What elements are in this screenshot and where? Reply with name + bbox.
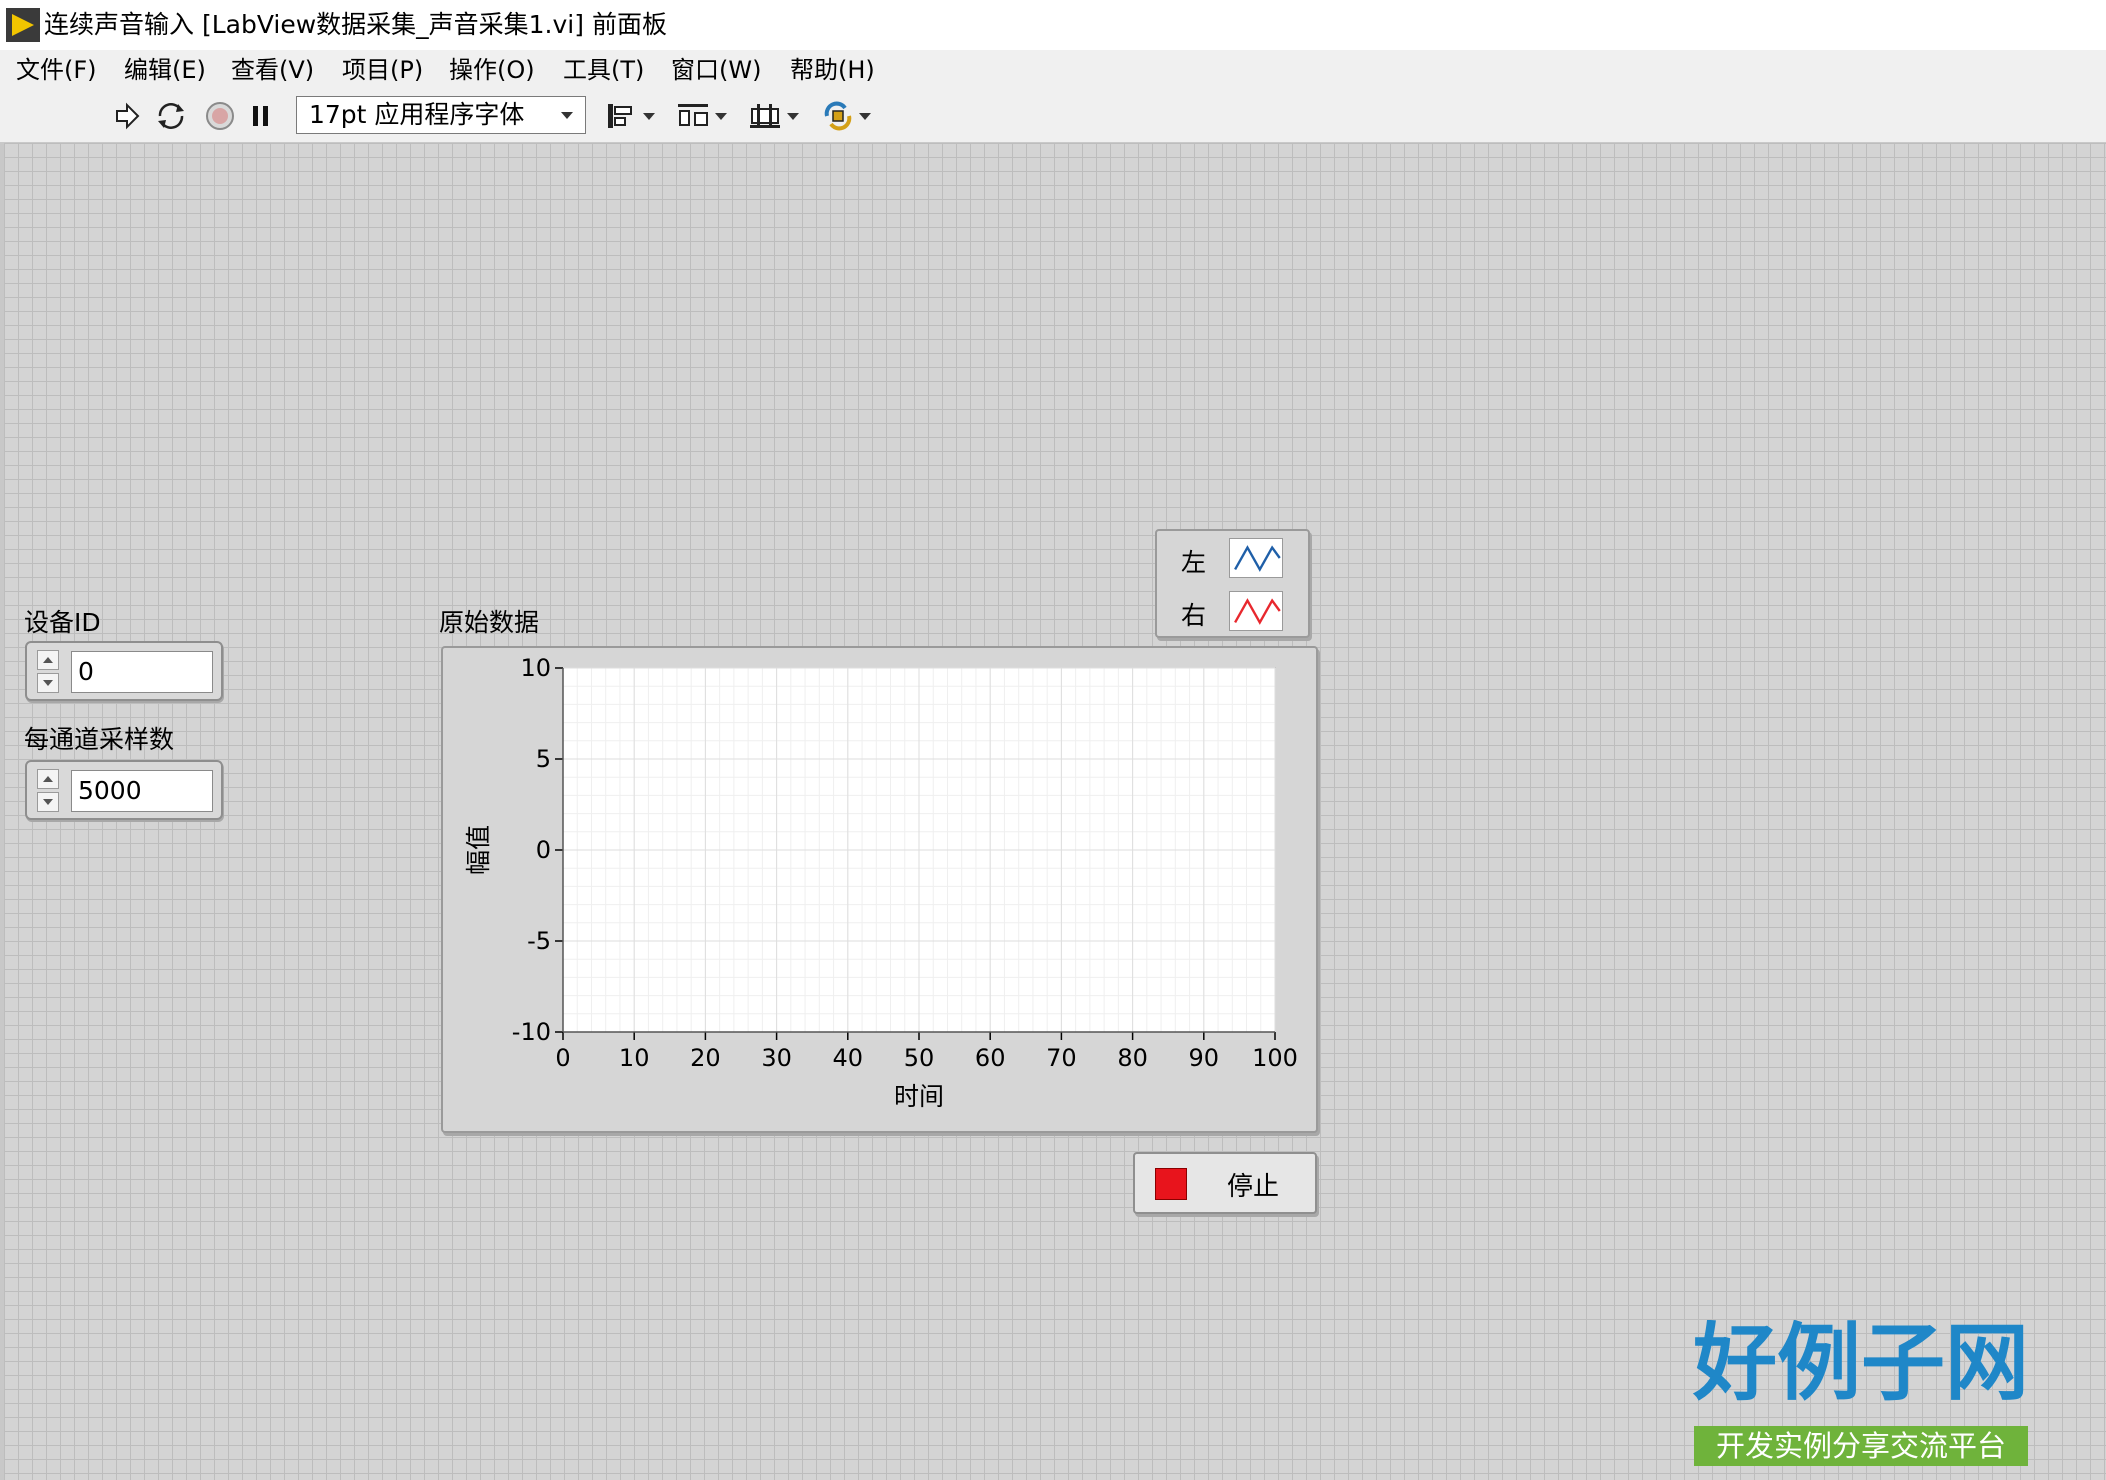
samples-per-channel-input[interactable]: 5000	[71, 770, 213, 812]
abort-icon	[206, 102, 234, 130]
run-arrow-icon	[116, 102, 140, 130]
increment-button[interactable]	[37, 769, 59, 789]
legend-line-icon	[1229, 591, 1283, 631]
menu-operate[interactable]: 操作(O)	[449, 50, 535, 90]
y-axis-label: 幅值	[464, 825, 493, 875]
svg-text:开发实例分享交流平台: 开发实例分享交流平台	[1716, 1429, 2006, 1463]
stop-button-label: 停止	[1227, 1172, 1280, 1202]
menu-tools[interactable]: 工具(T)	[563, 50, 644, 90]
font-select[interactable]: 17pt 应用程序字体	[296, 96, 586, 134]
align-objects-icon	[608, 104, 632, 128]
toolbar: 17pt 应用程序字体	[0, 90, 2106, 143]
chevron-up-icon	[43, 657, 53, 663]
legend-item-label: 右	[1181, 601, 1207, 630]
increment-button[interactable]	[37, 650, 59, 670]
x-tick-label: 70	[1046, 1044, 1077, 1072]
align-objects-button[interactable]	[604, 98, 656, 134]
chevron-down-icon	[43, 680, 53, 686]
svg-text:好例子网: 好例子网	[1692, 1320, 2029, 1412]
stop-led-indicator	[1155, 1168, 1187, 1200]
resize-objects-icon	[750, 104, 780, 128]
menu-window[interactable]: 窗口(W)	[671, 50, 761, 90]
distribute-objects-button[interactable]	[674, 98, 728, 134]
haolizi-logo: 好例子网 开发实例分享交流平台	[1692, 1320, 2029, 1466]
chevron-down-icon	[715, 112, 727, 120]
chevron-down-icon	[561, 112, 573, 119]
menu-file[interactable]: 文件(F)	[16, 50, 97, 90]
x-tick-label: 0	[555, 1044, 570, 1072]
x-tick-label: 30	[761, 1044, 792, 1072]
abort-button[interactable]	[202, 98, 238, 134]
stop-button[interactable]: 停止	[1133, 1152, 1317, 1214]
labview-vi-icon	[6, 8, 40, 42]
y-tick-label: 0	[536, 836, 551, 864]
legend-item-label: 左	[1181, 548, 1207, 577]
menu-help[interactable]: 帮助(H)	[790, 50, 875, 90]
menu-view[interactable]: 查看(V)	[231, 50, 314, 90]
x-tick-label: 100	[1252, 1044, 1298, 1072]
y-tick-label: -5	[527, 927, 551, 955]
chevron-down-icon	[643, 112, 655, 120]
waveform-graph-svg: 0 10 20 30 40 50 60 70 80 90 1001050-5-10 时间 幅值	[464, 654, 1298, 1111]
pause-button[interactable]	[246, 98, 276, 134]
device-id-input[interactable]: 0	[71, 651, 213, 693]
run-continuously-button[interactable]	[152, 98, 190, 134]
chevron-up-icon	[43, 776, 53, 782]
menu-edit[interactable]: 编辑(E)	[124, 50, 206, 90]
plot-legend: 左 右	[1155, 529, 1310, 638]
samples-per-channel-spinner	[37, 769, 61, 813]
x-tick-label: 20	[690, 1044, 721, 1072]
title-bar: 连续声音输入 [LabView数据采集_声音采集1.vi] 前面板	[0, 0, 2106, 50]
reorder-button[interactable]	[818, 98, 874, 134]
distribute-objects-icon	[678, 104, 708, 126]
y-tick-label: 5	[536, 745, 551, 773]
legend-item-right[interactable]: 右	[1157, 586, 1308, 636]
chevron-down-icon	[859, 112, 871, 120]
decrement-button[interactable]	[37, 673, 59, 693]
window-title: 连续声音输入 [LabView数据采集_声音采集1.vi] 前面板	[44, 10, 667, 39]
samples-per-channel-control: 5000	[25, 760, 223, 820]
run-button[interactable]	[110, 98, 144, 134]
menu-bar: 文件(F) 编辑(E) 查看(V) 项目(P) 操作(O) 工具(T) 窗口(W…	[0, 50, 2106, 90]
font-select-value: 17pt 应用程序字体	[309, 100, 525, 129]
pause-icon	[253, 106, 268, 126]
y-tick-label: 10	[520, 654, 551, 682]
device-id-spinner	[37, 650, 61, 694]
x-tick-label: 60	[975, 1044, 1006, 1072]
reorder-icon	[824, 101, 852, 131]
x-tick-label: 10	[619, 1044, 650, 1072]
x-tick-label: 90	[1189, 1044, 1220, 1072]
decrement-button[interactable]	[37, 792, 59, 812]
menu-project[interactable]: 项目(P)	[342, 50, 423, 90]
x-tick-label: 50	[904, 1044, 935, 1072]
device-id-control: 0	[25, 641, 223, 701]
chevron-down-icon	[43, 799, 53, 805]
samples-per-channel-label: 每通道采样数	[24, 725, 175, 754]
legend-line-icon	[1229, 538, 1283, 578]
legend-item-left[interactable]: 左	[1157, 533, 1308, 583]
device-id-label: 设备ID	[24, 608, 101, 637]
x-tick-label: 80	[1117, 1044, 1148, 1072]
resize-objects-button[interactable]	[746, 98, 800, 134]
chart-label: 原始数据	[439, 608, 540, 637]
y-tick-label: -10	[512, 1018, 551, 1046]
run-continuously-icon	[158, 103, 184, 129]
chevron-down-icon	[787, 112, 799, 120]
waveform-graph: 0 10 20 30 40 50 60 70 80 90 100 10 5 0 -5 -10 时间 幅值	[441, 646, 1318, 1133]
x-tick-label: 40	[833, 1044, 864, 1072]
x-axis-label: 时间	[894, 1082, 944, 1111]
